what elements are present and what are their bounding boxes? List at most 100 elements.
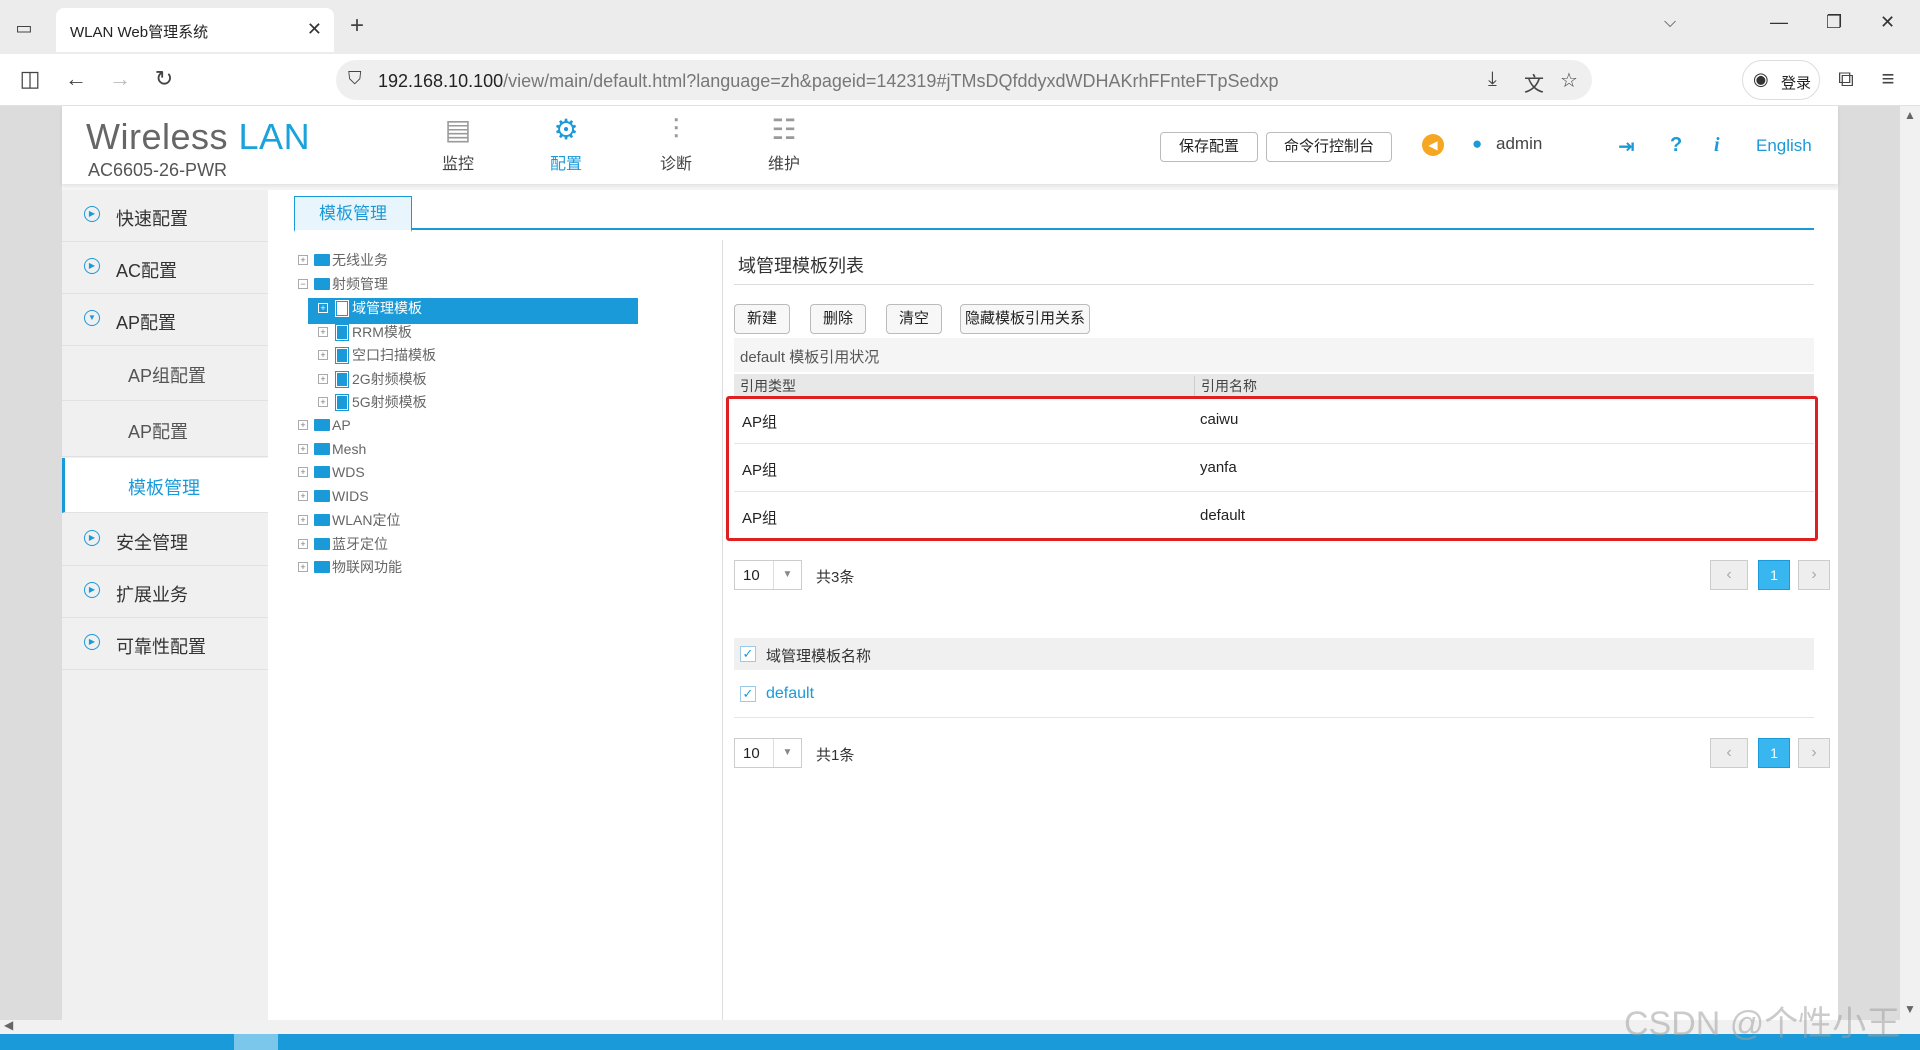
sidebar-item-extended-services[interactable]: ▶ 扩展业务 [62, 566, 268, 618]
forward-icon[interactable]: → [106, 66, 134, 92]
table-row[interactable]: AP组 caiwu [734, 396, 1814, 444]
next-page-button[interactable]: › [1798, 738, 1830, 768]
prev-page-button[interactable]: ‹ [1710, 560, 1748, 590]
expand-plus-icon[interactable]: + [318, 327, 328, 337]
username[interactable]: admin [1496, 134, 1542, 154]
sidebar-item-ap-config[interactable]: ▼ AP配置 [62, 294, 268, 346]
logout-icon[interactable]: ⇥ [1618, 134, 1635, 159]
nav-maintain[interactable]: ☷ 维护 [754, 112, 814, 174]
hide-template-refs-button[interactable]: 隐藏模板引用关系 [960, 304, 1090, 334]
close-tab-icon[interactable]: ✕ [307, 19, 322, 40]
expand-plus-icon[interactable]: + [298, 562, 308, 572]
folder-icon [314, 254, 330, 266]
sidebar-item-ac-config[interactable]: ▶ AC配置 [62, 242, 268, 294]
profile-login-button[interactable]: ◉ 登录 [1742, 60, 1820, 100]
expand-plus-icon[interactable]: + [298, 515, 308, 525]
sidebar-item-quick-config[interactable]: ▶ 快速配置 [62, 190, 268, 242]
chevron-down-icon[interactable]: ⌵ [1664, 14, 1676, 32]
sidebar-item-security[interactable]: ▶ 安全管理 [62, 514, 268, 566]
new-button[interactable]: 新建 [734, 304, 790, 334]
alarm-speaker-icon[interactable]: ◀ [1422, 134, 1444, 156]
url-text[interactable]: 192.168.10.100/view/main/default.html?la… [378, 71, 1279, 92]
expand-plus-icon[interactable]: + [318, 397, 328, 407]
tree-node-wds[interactable]: + WDS [298, 463, 365, 489]
browser-tab[interactable]: WLAN Web管理系统 ✕ [56, 8, 334, 52]
extensions-icon[interactable]: ⧉ [1832, 66, 1860, 92]
tab-template-management[interactable]: 模板管理 [294, 196, 412, 232]
tree-node-5g-radio-template[interactable]: +5G射频模板 [318, 392, 427, 418]
folder-icon [314, 465, 330, 478]
help-icon[interactable]: ? [1670, 134, 1682, 157]
scroll-left-icon[interactable]: ◀ [4, 1018, 13, 1032]
document-icon [335, 370, 349, 388]
tab-title: WLAN Web管理系统 [70, 24, 209, 41]
current-page-button[interactable]: 1 [1758, 560, 1790, 590]
info-icon[interactable]: i [1714, 134, 1720, 157]
translate-icon[interactable]: 文 [1524, 68, 1544, 97]
tree-node-air-scan-template[interactable]: + 空口扫描模板 [318, 345, 436, 371]
template-tree: + 无线业务 − 射频管理 + 域管理模板 + RRM模板 + 空口扫描模板 +2G射频模… [298, 240, 658, 1020]
new-tab-button[interactable]: + [350, 12, 364, 40]
site-info-icon[interactable]: ⛉ [348, 68, 362, 89]
column-ref-name[interactable]: 引用名称 [1194, 376, 1257, 396]
save-config-button[interactable]: 保存配置 [1160, 132, 1258, 162]
tree-node-wireless-service[interactable]: + 无线业务 [298, 250, 388, 276]
tab-actions-icon[interactable]: ▭ [12, 16, 36, 40]
prev-page-button[interactable]: ‹ [1710, 738, 1748, 768]
back-icon[interactable]: ← [62, 66, 90, 92]
restore-icon[interactable]: ❐ [1826, 12, 1842, 33]
sidebar-item-reliability[interactable]: ▶ 可靠性配置 [62, 618, 268, 670]
current-page-button[interactable]: 1 [1758, 738, 1790, 768]
sidebar-sub-template-management[interactable]: 模板管理 [62, 458, 268, 513]
delete-button[interactable]: 删除 [810, 304, 866, 334]
tree-node-domain-template[interactable]: + 域管理模板 [308, 298, 638, 324]
install-app-icon[interactable]: ⤓ [1488, 68, 1497, 91]
template-list-header: ✓ 域管理模板名称 [734, 638, 1814, 670]
reload-icon[interactable]: ↻ [150, 66, 178, 92]
expand-plus-icon[interactable]: + [298, 539, 308, 549]
expand-plus-icon[interactable]: + [298, 490, 308, 501]
row-checkbox[interactable]: ✓ [740, 686, 756, 702]
sidebar-item-label: 快速配置 [116, 209, 188, 229]
page-size-select[interactable]: 10 ▼ [734, 560, 802, 590]
select-all-checkbox[interactable]: ✓ [740, 646, 756, 662]
sidebar-sub-ap-config[interactable]: AP配置 [62, 402, 268, 457]
tree-node-iot[interactable]: + 物联网功能 [298, 557, 402, 583]
table-row[interactable]: AP组 yanfa [734, 444, 1814, 492]
sidebar-sub-label: AP配置 [128, 422, 189, 442]
vertical-scrollbar[interactable]: ▲ ▼ [1900, 106, 1920, 1020]
expand-plus-icon[interactable]: + [318, 303, 328, 313]
list-item[interactable]: ✓ default [734, 670, 1814, 718]
expand-plus-icon[interactable]: + [318, 350, 328, 360]
expand-plus-icon[interactable]: + [298, 443, 308, 454]
sidebar-sub-ap-group-config[interactable]: AP组配置 [62, 346, 268, 401]
table-row[interactable]: AP组 default [734, 492, 1814, 540]
sidebar-toggle-icon[interactable]: ◫ [16, 66, 44, 92]
address-bar[interactable]: ⛉ 192.168.10.100/view/main/default.html?… [336, 60, 1592, 100]
clear-button[interactable]: 清空 [886, 304, 942, 334]
expand-plus-icon[interactable]: + [298, 466, 308, 477]
tree-node-label: WIDS [332, 487, 369, 504]
tree-node-wlan-location[interactable]: + WLAN定位 [298, 510, 400, 536]
tree-node-radio-management[interactable]: − 射频管理 [298, 274, 388, 300]
expand-plus-icon[interactable]: + [318, 374, 328, 384]
column-ref-type[interactable]: 引用类型 [740, 376, 796, 396]
minimize-icon[interactable]: — [1770, 12, 1788, 33]
next-page-button[interactable]: › [1798, 560, 1830, 590]
tree-node-ap[interactable]: + AP [298, 416, 351, 442]
nav-monitor[interactable]: ▤ 监控 [428, 112, 488, 174]
expand-plus-icon[interactable]: + [298, 255, 308, 265]
bookmark-star-icon[interactable]: ☆ [1560, 68, 1578, 93]
close-window-icon[interactable]: ✕ [1880, 12, 1895, 33]
page-size-select[interactable]: 10 ▼ [734, 738, 802, 768]
expand-plus-icon[interactable]: + [298, 419, 308, 430]
template-name-link[interactable]: default [766, 685, 814, 703]
collapse-minus-icon[interactable]: − [298, 279, 308, 289]
language-switch[interactable]: English [1756, 136, 1812, 156]
scroll-down-icon[interactable]: ▼ [1904, 1002, 1916, 1016]
scroll-up-icon[interactable]: ▲ [1904, 108, 1916, 122]
cli-console-button[interactable]: 命令行控制台 [1266, 132, 1392, 162]
menu-icon[interactable]: ≡ [1874, 66, 1902, 92]
nav-config[interactable]: ⚙ 配置 [536, 112, 596, 174]
nav-diagnose[interactable]: ⫶ 诊断 [646, 112, 706, 174]
